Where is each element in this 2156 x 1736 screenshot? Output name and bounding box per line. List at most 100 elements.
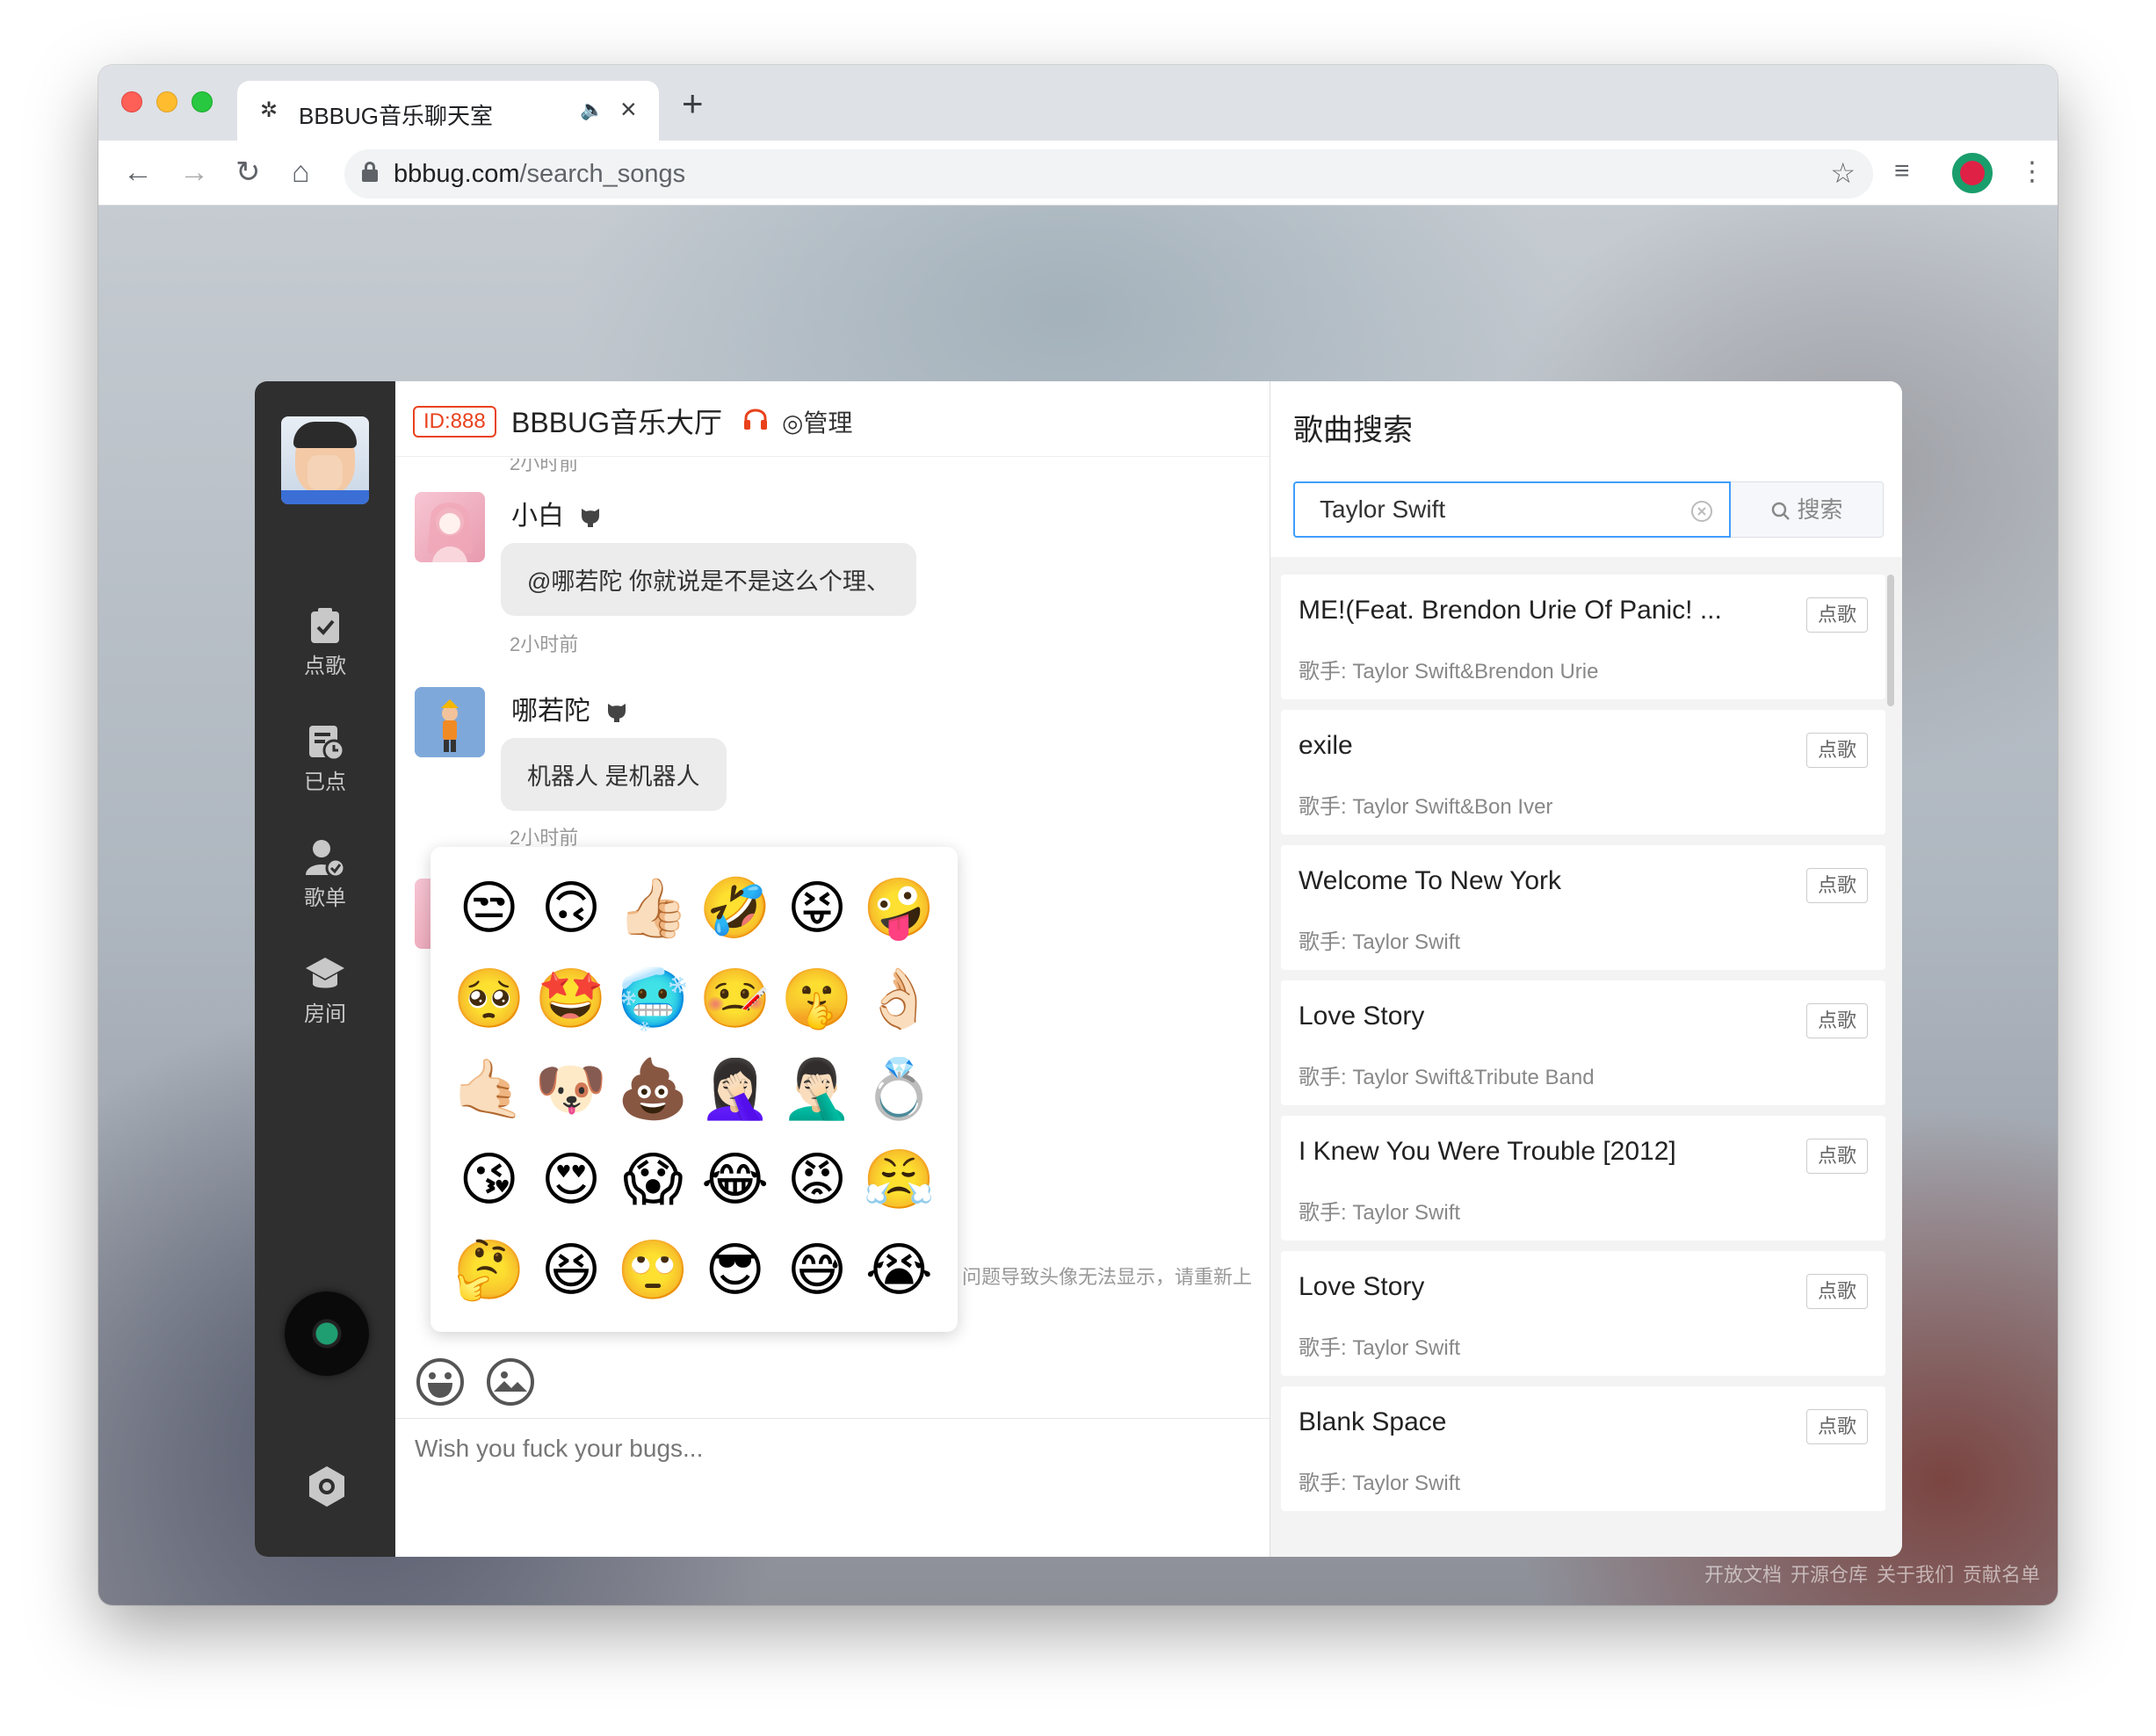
order-song-button[interactable]: 点歌 (1806, 868, 1868, 903)
results-scrollbar[interactable] (1887, 575, 1894, 706)
bug-favicon-icon: ✲ (260, 98, 279, 122)
emoji-option[interactable]: 😡 (776, 1151, 857, 1209)
emoji-option[interactable]: 🤙🏻 (448, 1060, 530, 1118)
media-control-icon[interactable]: ≡ (1894, 156, 1910, 186)
emoji-option[interactable]: 🤣 (694, 879, 776, 937)
address-bar[interactable]: bbbug.com/search_songs ☆ (344, 149, 1873, 199)
song-artist: 歌手: Taylor Swift (1299, 930, 1461, 954)
footer-link[interactable]: 关于我们 (1877, 1564, 1954, 1586)
user-avatar[interactable] (415, 492, 485, 562)
search-header: 歌曲搜索 搜索 (1270, 381, 1902, 557)
emoji-option[interactable]: 🤦🏻‍♀️ (694, 1060, 776, 1118)
maximize-window-button[interactable] (192, 91, 213, 112)
footer-link[interactable]: 贡献名单 (1963, 1564, 2040, 1586)
emoji-option[interactable]: 😅 (776, 1241, 857, 1299)
emoji-option[interactable]: 🤩 (530, 969, 611, 1028)
song-result-item[interactable]: ME!(Feat. Brendon Urie Of Panic! ... 歌手: … (1281, 575, 1885, 699)
emoji-option[interactable]: 🤒 (694, 969, 776, 1028)
footer-link[interactable]: 开源仓库 (1791, 1564, 1868, 1586)
browser-tab[interactable]: ✲ BBBUG音乐聊天室 🔈 × (237, 81, 659, 141)
profile-avatar[interactable] (1952, 153, 1993, 193)
vinyl-player-icon[interactable] (285, 1291, 369, 1376)
sidebar-item-label: 房间 (304, 1002, 346, 1026)
emoji-option[interactable]: 🐶 (530, 1060, 611, 1118)
order-song-button[interactable]: 点歌 (1806, 1139, 1868, 1174)
user-avatar[interactable] (415, 687, 485, 757)
emoji-option[interactable]: 🤪 (858, 879, 940, 937)
sidebar-item-room[interactable]: 房间 (255, 952, 395, 1049)
emoji-option[interactable]: 🙄 (612, 1241, 694, 1299)
emoji-option[interactable]: 😆 (530, 1241, 611, 1299)
emoji-option[interactable]: 🙃 (530, 879, 611, 937)
emoji-option[interactable]: 🥺 (448, 969, 530, 1028)
emoji-option[interactable]: 🤫 (776, 969, 857, 1028)
emoji-option[interactable]: 😱 (612, 1151, 694, 1209)
song-result-item[interactable]: Love Story 歌手: Taylor Swift&Tribute Band 点… (1281, 980, 1885, 1105)
clipboard-check-icon (311, 608, 339, 643)
song-result-item[interactable]: I Knew You Were Trouble [2012] 歌手: Taylor… (1281, 1116, 1885, 1241)
emoji-picker: 😒 🙃 👍🏻 🤣 😝 🤪 🥺 🤩 🥶 🤒 🤫 👌🏻 🤙🏻 🐶 💩 🤦🏻‍♀️ 🤦🏻‍♂️ 💍 😘 😍 😱 😂 😡 😤 🤔 😆 🙄 😎 😅… (430, 847, 958, 1332)
emoji-button-icon[interactable] (415, 1356, 466, 1407)
emoji-option[interactable]: 🥶 (612, 969, 694, 1028)
graduation-cap-icon (306, 958, 344, 988)
image-button-icon[interactable] (485, 1356, 536, 1407)
sidebar-item-label: 点歌 (304, 655, 346, 678)
back-icon[interactable]: ← (123, 156, 153, 188)
emoji-option[interactable]: 💩 (612, 1060, 694, 1118)
song-result-item[interactable]: Blank Space 歌手: Taylor Swift 点歌 (1281, 1386, 1885, 1511)
message-time: 2小时前 (510, 633, 579, 655)
search-field[interactable] (1293, 481, 1731, 538)
settings-hexagon-icon[interactable] (304, 1464, 350, 1509)
emoji-option[interactable]: 😒 (448, 879, 530, 937)
sidebar-item-ordered[interactable]: 已点 (255, 720, 395, 817)
headphones-icon[interactable] (742, 406, 769, 432)
clear-input-icon[interactable] (1690, 500, 1713, 523)
emoji-option[interactable]: 😤 (858, 1151, 940, 1209)
reload-icon[interactable]: ↻ (235, 156, 261, 188)
emoji-option[interactable]: 😂 (694, 1151, 776, 1209)
song-result-item[interactable]: exile 歌手: Taylor Swift&Bon Iver 点歌 (1281, 710, 1885, 835)
minimize-window-button[interactable] (156, 91, 177, 112)
order-song-button[interactable]: 点歌 (1806, 1003, 1868, 1038)
song-search-panel: 歌曲搜索 搜索 ME!(Fea (1270, 381, 1902, 1557)
song-result-item[interactable]: Love Story 歌手: Taylor Swift 点歌 (1281, 1251, 1885, 1376)
browser-window: ✲ BBBUG音乐聊天室 🔈 × + ← → ↻ ⌂ bbbug.com/sea… (98, 65, 2058, 1605)
bookmark-star-icon[interactable]: ☆ (1830, 156, 1856, 190)
emoji-option[interactable]: 😝 (776, 879, 857, 937)
close-window-button[interactable] (121, 91, 142, 112)
song-title: Blank Space (1299, 1407, 1447, 1436)
github-cat-icon (582, 509, 600, 527)
search-button[interactable]: 搜索 (1731, 481, 1884, 538)
search-input[interactable] (1320, 494, 1671, 525)
menu-kebab-icon[interactable]: ⋮ (2019, 156, 2045, 187)
order-song-button[interactable]: 点歌 (1806, 733, 1868, 768)
speaker-icon[interactable]: 🔈 (580, 98, 604, 121)
emoji-option[interactable]: 😘 (448, 1151, 530, 1209)
lock-icon (362, 162, 378, 182)
footer-link[interactable]: 开放文档 (1704, 1564, 1782, 1586)
emoji-option[interactable]: 😍 (530, 1151, 611, 1209)
emoji-option[interactable]: 😎 (694, 1241, 776, 1299)
song-result-item[interactable]: Welcome To New York 歌手: Taylor Swift 点歌 (1281, 845, 1885, 970)
message-input[interactable] (415, 1435, 1241, 1540)
footer-links: 开放文档 开源仓库 关于我们 贡献名单 (1696, 1559, 2040, 1588)
new-tab-button[interactable]: + (682, 85, 704, 122)
order-song-button[interactable]: 点歌 (1806, 597, 1868, 633)
emoji-option[interactable]: 💍 (858, 1060, 940, 1118)
sidebar-item-playlist[interactable]: 歌单 (255, 836, 395, 933)
user-avatar[interactable] (281, 416, 369, 504)
tab-close-icon[interactable]: × (620, 93, 637, 126)
order-song-button[interactable]: 点歌 (1806, 1409, 1868, 1444)
emoji-option[interactable]: 🤔 (448, 1241, 530, 1299)
admin-link[interactable]: ◎管理 (782, 404, 852, 439)
emoji-option[interactable]: 👍🏻 (612, 879, 694, 937)
emoji-option[interactable]: 👌🏻 (858, 969, 940, 1028)
song-results-list: ME!(Feat. Brendon Urie Of Panic! ... 歌手: … (1270, 557, 1885, 1557)
sidebar-item-order[interactable]: 点歌 (255, 604, 395, 701)
emoji-option[interactable]: 🤦🏻‍♂️ (776, 1060, 857, 1118)
url-text[interactable]: bbbug.com/search_songs (394, 160, 685, 189)
home-icon[interactable]: ⌂ (292, 156, 310, 188)
forward-icon[interactable]: → (179, 156, 209, 188)
emoji-option[interactable]: 😭 (858, 1241, 940, 1299)
order-song-button[interactable]: 点歌 (1806, 1274, 1868, 1309)
